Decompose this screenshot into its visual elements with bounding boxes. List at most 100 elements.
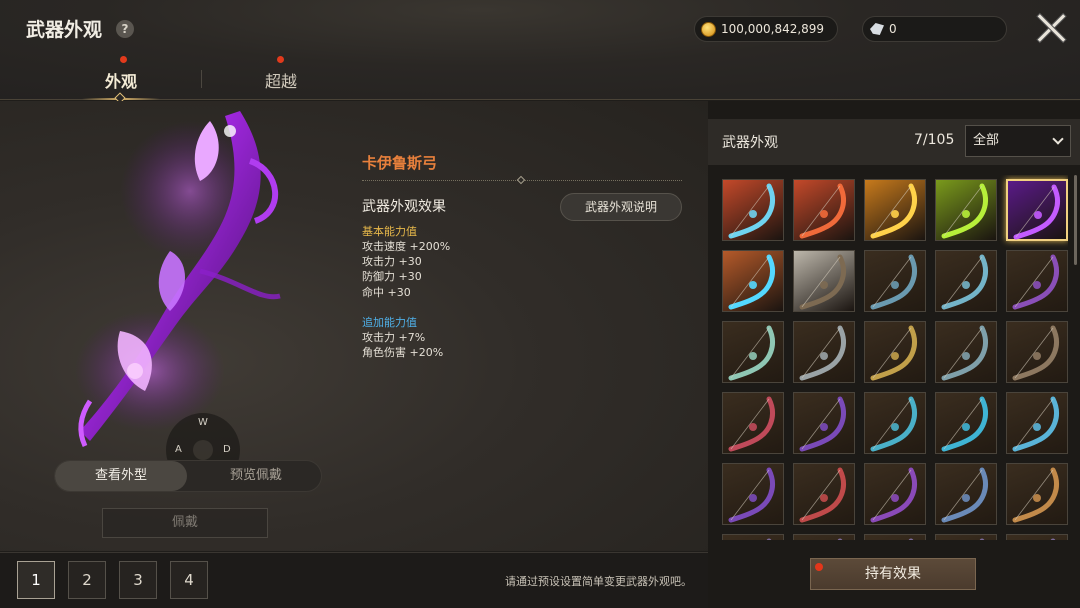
bow-icon (1013, 184, 1060, 240)
filter-selected-value: 全部 (973, 133, 1000, 148)
page-title: 武器外观 (26, 19, 103, 41)
appearance-slot[interactable] (935, 463, 997, 525)
preview-wear-button[interactable]: 预览佩戴 (191, 461, 321, 491)
appearance-slot[interactable] (722, 534, 784, 540)
basic-stat: 攻击速度 +200% (362, 240, 451, 253)
inspect-shape-button[interactable]: 查看外型 (55, 461, 187, 491)
held-effect-label: 持有效果 (865, 566, 921, 582)
weapon-preview-stage[interactable]: W A S D 查看外型 预览佩戴 佩戴 (0, 101, 708, 551)
appearance-slot[interactable] (793, 179, 855, 241)
appearance-slot[interactable] (793, 392, 855, 454)
appearance-explain-button[interactable]: 武器外观说明 (560, 193, 682, 221)
preset-slot-4[interactable]: 4 (170, 561, 208, 599)
grid-scrollbar[interactable] (1074, 175, 1077, 265)
appearance-slot[interactable] (864, 179, 926, 241)
bow-icon (799, 183, 846, 239)
bow-icon (799, 325, 846, 381)
appearance-slot[interactable] (793, 321, 855, 383)
bow-icon (728, 467, 775, 523)
appearance-slot[interactable] (1006, 392, 1068, 454)
appearance-slot[interactable] (864, 463, 926, 525)
gold-currency: 100,000,842,899 (694, 16, 838, 42)
tab-notify-dot (120, 56, 127, 63)
crystal-icon (870, 23, 884, 35)
preset-hint: 请通过预设设置简单变更武器外观吧。 (505, 575, 692, 588)
bow-icon (799, 467, 846, 523)
bow-icon (799, 396, 846, 452)
key-d[interactable]: D (223, 444, 231, 455)
bow-icon (1012, 325, 1059, 381)
help-icon[interactable]: ? (116, 20, 134, 38)
bow-preview-image (75, 111, 281, 448)
equip-button[interactable]: 佩戴 (102, 508, 268, 538)
preset-slot-1[interactable]: 1 (17, 561, 55, 599)
tab-appearance[interactable]: 外观 (105, 56, 137, 92)
filter-dropdown[interactable]: 全部 (965, 125, 1071, 157)
bow-icon (870, 254, 917, 310)
effect-title: 武器外观效果 (362, 199, 446, 215)
appearance-slot[interactable] (722, 250, 784, 312)
appearance-slot[interactable] (935, 250, 997, 312)
bow-icon (728, 396, 775, 452)
tab-transcend-label: 超越 (265, 72, 298, 91)
close-icon[interactable] (1036, 12, 1068, 44)
bow-icon (1012, 254, 1059, 310)
appearance-slot[interactable] (722, 321, 784, 383)
appearance-slot[interactable] (793, 534, 855, 540)
gold-coin-icon (701, 22, 716, 37)
appearance-slot[interactable] (1006, 250, 1068, 312)
appearance-slot[interactable] (935, 321, 997, 383)
appearance-slot[interactable] (1006, 321, 1068, 383)
appearance-slot[interactable] (1006, 179, 1068, 241)
view-mode-toggle: 查看外型 预览佩戴 (54, 460, 322, 492)
appearance-slot[interactable] (722, 463, 784, 525)
extra-stat: 攻击力 +7% (362, 331, 426, 344)
preset-slot-3[interactable]: 3 (119, 561, 157, 599)
collection-title: 武器外观 (722, 135, 778, 151)
appearance-slot[interactable] (793, 463, 855, 525)
appearance-slot[interactable] (1006, 463, 1068, 525)
collection-count: 7/105 (914, 132, 955, 148)
tab-transcend[interactable]: 超越 (265, 56, 298, 92)
appearance-grid[interactable] (718, 175, 1068, 540)
bow-icon (941, 325, 988, 381)
bow-icon (728, 254, 775, 310)
crystal-currency: 0 (862, 16, 1007, 42)
preset-slot-2[interactable]: 2 (68, 561, 106, 599)
appearance-slot[interactable] (935, 392, 997, 454)
appearance-slot[interactable] (864, 250, 926, 312)
appearance-slot[interactable] (935, 179, 997, 241)
appearance-slot[interactable] (935, 534, 997, 540)
key-w[interactable]: W (198, 417, 208, 428)
extra-stat: 角色伤害 +20% (362, 346, 444, 359)
basic-stat: 攻击力 +30 (362, 255, 422, 268)
name-divider (362, 175, 682, 185)
basic-stat: 防御力 +30 (362, 270, 422, 283)
bow-icon (728, 183, 775, 239)
bow-icon (1012, 467, 1059, 523)
bow-icon (728, 325, 775, 381)
weapon-name: 卡伊鲁斯弓 (362, 154, 438, 172)
bow-icon (941, 183, 988, 239)
appearance-slot[interactable] (722, 392, 784, 454)
collection-header: 武器外观 7/105 全部 (708, 119, 1080, 165)
key-a[interactable]: A (175, 444, 182, 455)
held-effect-button[interactable]: 持有效果 (810, 558, 976, 590)
crystal-amount: 0 (889, 22, 897, 36)
bow-icon (870, 467, 917, 523)
collection-panel: 武器外观 7/105 全部 持有效果 (708, 101, 1080, 608)
tab-notify-dot (277, 56, 284, 63)
appearance-slot[interactable] (864, 534, 926, 540)
bow-icon (837, 538, 843, 540)
bow-icon (870, 325, 917, 381)
appearance-slot[interactable] (722, 179, 784, 241)
appearance-slot[interactable] (864, 321, 926, 383)
gold-amount: 100,000,842,899 (721, 22, 825, 36)
bow-icon (1012, 396, 1059, 452)
bow-icon (941, 254, 988, 310)
appearance-slot[interactable] (864, 392, 926, 454)
appearance-slot[interactable] (1006, 534, 1068, 540)
appearance-slot[interactable] (793, 250, 855, 312)
bow-icon (766, 538, 772, 540)
bow-icon (1050, 538, 1056, 540)
